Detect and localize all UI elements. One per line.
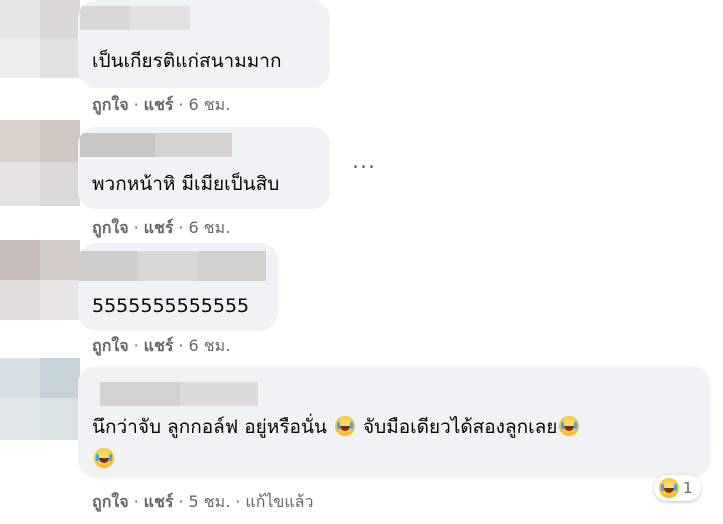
share-link[interactable]: แชร์ [144, 336, 174, 355]
comment-text: เป็นเกียรติแก่สนามมาก [92, 50, 282, 72]
reaction-count: 1 [683, 479, 693, 497]
comment-bubble: 5555555555555 [78, 243, 278, 331]
like-link[interactable]: ถูกใจ [92, 336, 129, 355]
comment-text-line-2 [92, 446, 116, 472]
commenter-name-blurred[interactable] [78, 251, 266, 281]
avatar[interactable] [0, 0, 80, 78]
comment-text: นึกว่าจับ ลูกกอล์ฟ อยู่หรือนั่น จับมือเด… [92, 414, 581, 440]
share-link[interactable]: แชร์ [144, 492, 174, 511]
timestamp[interactable]: 5 ชม. [189, 492, 231, 511]
rolling-laughing-emoji-icon [559, 416, 580, 436]
like-link[interactable]: ถูกใจ [92, 218, 129, 237]
rolling-laughing-emoji-icon [94, 448, 114, 468]
comment-bubble: พวกหน้าหิ มีเมียเป็นสิบ [78, 127, 330, 209]
edited-label[interactable]: แก้ไขแล้ว [245, 492, 313, 511]
reaction-badge[interactable]: 1 [654, 475, 701, 501]
commenter-name-blurred[interactable] [100, 382, 258, 406]
avatar[interactable] [0, 240, 80, 320]
like-link[interactable]: ถูกใจ [92, 492, 129, 511]
comment-actions: ถูกใจ · แชร์ · 6 ชม. [92, 336, 231, 355]
like-link[interactable]: ถูกใจ [92, 95, 129, 114]
comment-text: พวกหน้าหิ มีเมียเป็นสิบ [92, 173, 280, 195]
comment-actions: ถูกใจ · แชร์ · 6 ชม. [92, 95, 231, 114]
more-options-icon[interactable]: ... [352, 151, 376, 173]
commenter-name-blurred[interactable] [80, 6, 190, 30]
comment-actions: ถูกใจ · แชร์ · 5 ชม. · แก้ไขแล้ว [92, 492, 314, 511]
comment-actions: ถูกใจ · แชร์ · 6 ชม. [92, 218, 231, 237]
comment-bubble: เป็นเกียรติแก่สนามมาก [78, 0, 330, 88]
avatar[interactable] [0, 358, 80, 440]
timestamp[interactable]: 6 ชม. [189, 95, 231, 114]
share-link[interactable]: แชร์ [144, 218, 174, 237]
comment-bubble: นึกว่าจับ ลูกกอล์ฟ อยู่หรือนั่น จับมือเด… [78, 366, 710, 478]
rolling-laughing-emoji-icon [334, 416, 355, 436]
comment-text: 5555555555555 [92, 295, 250, 317]
share-link[interactable]: แชร์ [144, 95, 174, 114]
commenter-name-blurred[interactable] [80, 133, 232, 157]
timestamp[interactable]: 6 ชม. [189, 218, 231, 237]
avatar[interactable] [0, 120, 80, 206]
timestamp[interactable]: 6 ชม. [189, 336, 231, 355]
haha-reaction-icon [659, 478, 679, 498]
